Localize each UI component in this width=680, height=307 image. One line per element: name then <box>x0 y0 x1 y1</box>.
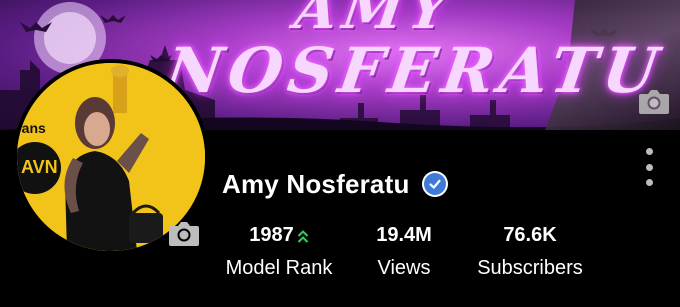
verified-check-icon <box>423 173 446 195</box>
double-chevron-up-icon <box>297 229 309 245</box>
change-banner-button[interactable] <box>638 88 674 124</box>
model-rank-label: Model Rank <box>225 257 333 279</box>
profile-name: Amy Nosferatu <box>222 168 410 199</box>
more-options-button[interactable] <box>640 148 658 186</box>
svg-text:AVN: AVN <box>21 157 58 177</box>
views-value: 19.4M <box>376 224 432 246</box>
model-rank-value: 1987 <box>249 224 294 246</box>
banner-title-line2: NOSFERATU <box>160 34 669 107</box>
subscribers-label: Subscribers <box>477 257 583 279</box>
camera-icon <box>169 222 199 246</box>
banner-title: AMY NOSFERATU <box>160 0 669 107</box>
banner-title-line1: AMY <box>291 0 459 41</box>
change-avatar-button[interactable] <box>166 218 202 250</box>
svg-text:fans: fans <box>17 120 46 136</box>
views-label: Views <box>377 257 431 279</box>
stat-subscribers[interactable]: 76.6K Subscribers <box>472 224 588 280</box>
stat-model-rank[interactable]: 1987 Model Rank <box>222 224 336 280</box>
profile-name-row: Amy Nosferatu <box>222 168 448 200</box>
subscribers-value: 76.6K <box>503 224 557 246</box>
camera-icon <box>639 90 669 114</box>
stat-views[interactable]: 19.4M Views <box>367 224 441 280</box>
more-vertical-icon <box>645 148 653 155</box>
verified-badge <box>421 171 448 197</box>
